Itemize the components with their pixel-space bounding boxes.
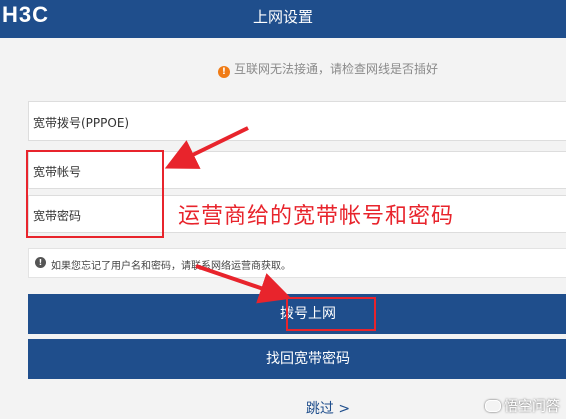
page-title: 上网设置 [252,8,313,26]
dial-highlight-box [286,297,376,331]
info-icon: ! [35,257,46,268]
warning-icon: ! [217,66,230,78]
recover-password-button[interactable]: 找回宽带密码 [28,339,566,379]
skip-link[interactable]: 跳过 > [0,398,566,418]
speech-bubble-icon [485,400,501,412]
watermark-text: 悟空问答 [504,399,560,415]
account-highlight-box [26,150,164,238]
watermark: 悟空问答 [485,396,560,416]
annotation-text: 运营商给的宽带帐号和密码 [178,204,455,229]
connection-warning-text: 互联网无法接通，请检查网线是否插好 [233,62,438,76]
forgot-credentials-text: 如果您忘记了用户名和密码，请联系网络运营商获取。 [51,261,291,272]
connection-warning: ! 互联网无法接通，请检查网线是否插好 [0,60,566,78]
recover-password-label: 找回宽带密码 [266,351,350,367]
connection-mode-select[interactable]: 宽带拨号(PPPOE) [28,101,566,141]
forgot-credentials-hint: ! 如果您忘记了用户名和密码，请联系网络运营商获取。 [28,248,566,278]
top-header-bar: H3C 上网设置 [0,0,566,38]
connection-mode-label: 宽带拨号(PPPOE) [33,116,130,130]
